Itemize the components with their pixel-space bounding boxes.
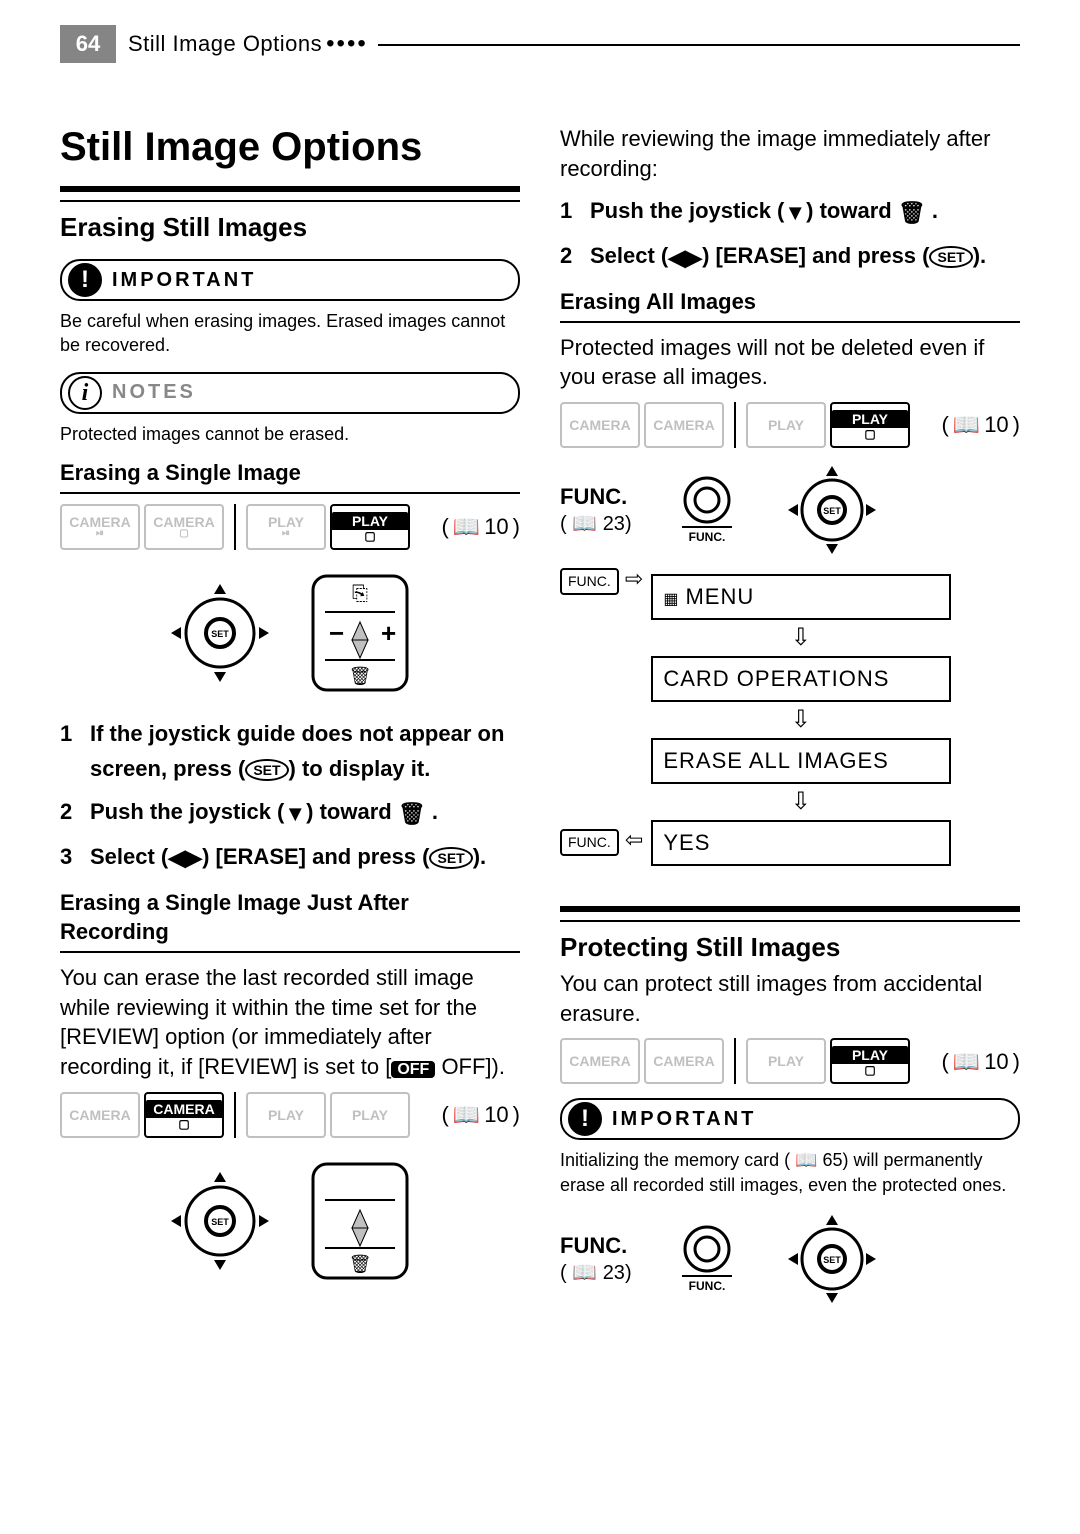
set-icon: SET — [429, 847, 472, 869]
sub-single: Erasing a Single Image — [60, 458, 520, 488]
svg-text:SET: SET — [823, 1255, 841, 1265]
sub-after-rec: Erasing a Single Image Just After Record… — [60, 888, 520, 947]
section-protect: Protecting Still Images — [560, 930, 1020, 965]
page-header: 64 Still Image Options •••• — [60, 25, 378, 63]
svg-text:SET: SET — [211, 629, 229, 639]
guide-icon: ⎘− + 🗑 — [305, 568, 415, 698]
mode-indicator-2: CAMERA CAMERA▢ PLAY PLAY ( 📖 10) — [60, 1092, 520, 1138]
mode-indicator: CAMERA⏯ CAMERA▢ PLAY⏯ PLAY▢ ( 📖 10) — [60, 504, 520, 550]
exclamation-icon: ! — [568, 1102, 602, 1136]
func-row: FUNC. ( 📖 23) FUNC. SET — [560, 460, 1020, 560]
section-erasing: Erasing Still Images — [60, 210, 520, 245]
svg-text:FUNC.: FUNC. — [688, 1279, 725, 1293]
joystick-icon: SET — [782, 460, 882, 560]
svg-text:SET: SET — [823, 506, 841, 516]
joystick-icon: SET — [165, 578, 275, 688]
breadcrumb: Still Image Options — [128, 29, 322, 59]
svg-text:SET: SET — [211, 1217, 229, 1227]
notes-callout: i NOTES — [60, 372, 520, 414]
func-button-icon: FUNC. — [662, 465, 752, 555]
notes-text: Protected images cannot be erased. — [60, 422, 520, 446]
svg-text:−: − — [329, 618, 344, 648]
book-icon: 📖 — [453, 1100, 480, 1130]
notes-label: NOTES — [112, 379, 196, 406]
steps-list-2: 1Push the joystick (▼) toward 🗑 . 2Selec… — [560, 193, 1020, 275]
svg-text:🗑: 🗑 — [349, 1254, 372, 1274]
steps-list: 1If the joystick guide does not appear o… — [60, 716, 520, 876]
mode-indicator-4: CAMERA CAMERA PLAY PLAY▢ ( 📖 10) — [560, 1038, 1020, 1084]
page-number: 64 — [60, 25, 116, 63]
info-icon: i — [68, 376, 102, 410]
svg-text:FUNC.: FUNC. — [688, 530, 725, 544]
important-callout-2: ! IMPORTANT — [560, 1098, 1020, 1140]
intro-text: While reviewing the image immediately af… — [560, 124, 1020, 183]
protect-important-text: Initializing the memory card ( 📖 65) wil… — [560, 1148, 1020, 1197]
svg-text:+: + — [381, 618, 396, 648]
important-callout: ! IMPORTANT — [60, 259, 520, 301]
svg-text:⎘: ⎘ — [352, 583, 368, 605]
after-rec-text: You can erase the last recorded still im… — [60, 963, 520, 1082]
svg-text:🗑: 🗑 — [349, 666, 372, 686]
protect-text: You can protect still images from accide… — [560, 969, 1020, 1028]
important-text: Be careful when erasing images. Erased i… — [60, 309, 520, 358]
func-row-2: FUNC. ( 📖 23) FUNC. SET — [560, 1209, 1020, 1309]
important-label: IMPORTANT — [112, 267, 256, 294]
mode-indicator-3: CAMERA CAMERA PLAY PLAY▢ ( 📖 10) — [560, 402, 1020, 448]
menu-flow: FUNC. ⇨ FUNC. ⇦ ▦MENU ⇩ CARD OPERATIONS … — [560, 564, 951, 876]
dots-icon: •••• — [326, 28, 368, 60]
sub-all: Erasing All Images — [560, 287, 1020, 317]
book-icon: 📖 — [453, 512, 480, 542]
joystick-diagram: SET ⎘− + 🗑 — [60, 568, 520, 698]
all-text: Protected images will not be deleted eve… — [560, 333, 1020, 392]
set-icon: SET — [245, 759, 288, 781]
page-title: Still Image Options — [60, 120, 520, 174]
exclamation-icon: ! — [68, 263, 102, 297]
joystick-diagram-2: SET 🗑 — [60, 1156, 520, 1286]
